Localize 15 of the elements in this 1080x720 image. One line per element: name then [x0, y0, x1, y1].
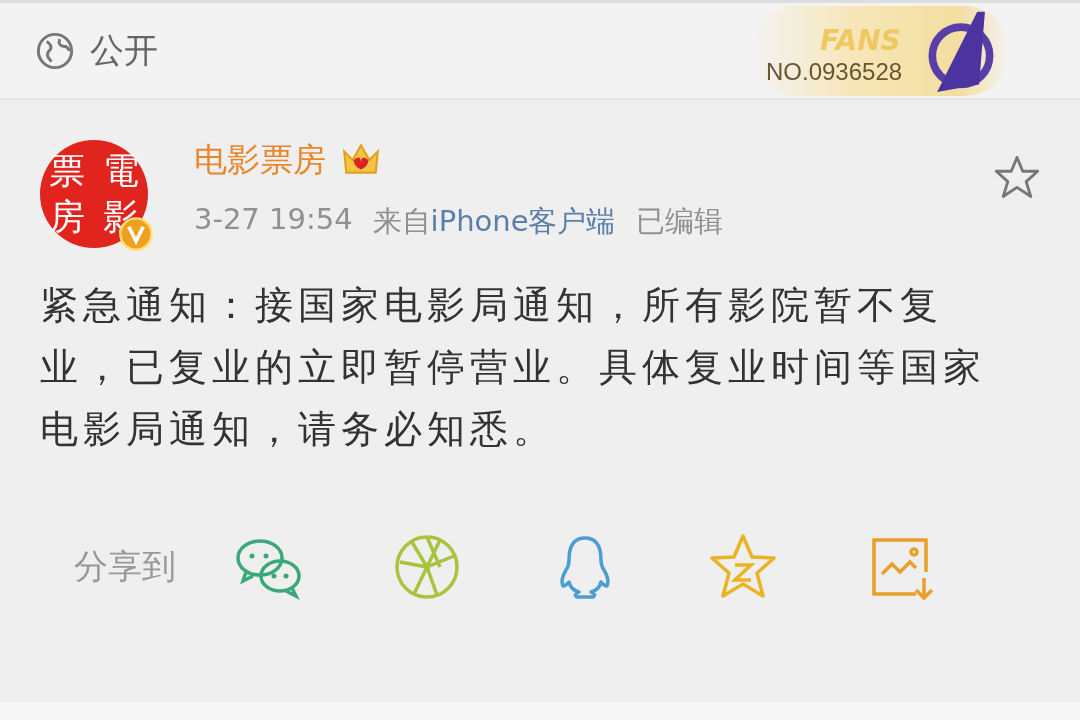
avatar-character: 電: [103, 149, 139, 193]
globe-icon: [36, 31, 74, 70]
source-link[interactable]: iPhone客户端: [430, 202, 616, 242]
star-icon[interactable]: [994, 154, 1040, 200]
badge-number: NO.0936528: [766, 57, 903, 86]
post-text: 紧急通知：接国家电影局通知，所有影院暂不复业，已复业的立即暂停营业。具体复业时间等国家电影局通知，请务必知悉。: [40, 282, 987, 453]
source-prefix: 来自: [372, 203, 431, 240]
post-time: 3-27 19:54: [194, 202, 353, 238]
visibility-label[interactable]: 公开: [90, 27, 158, 74]
avatar-character: 房: [49, 195, 85, 239]
badge-title: FANS: [820, 23, 901, 57]
aperture-icon[interactable]: [392, 532, 462, 602]
share-label: 分享到: [74, 545, 176, 588]
avatar-character: 票: [49, 149, 85, 193]
edited-label: 已编辑: [635, 203, 723, 240]
